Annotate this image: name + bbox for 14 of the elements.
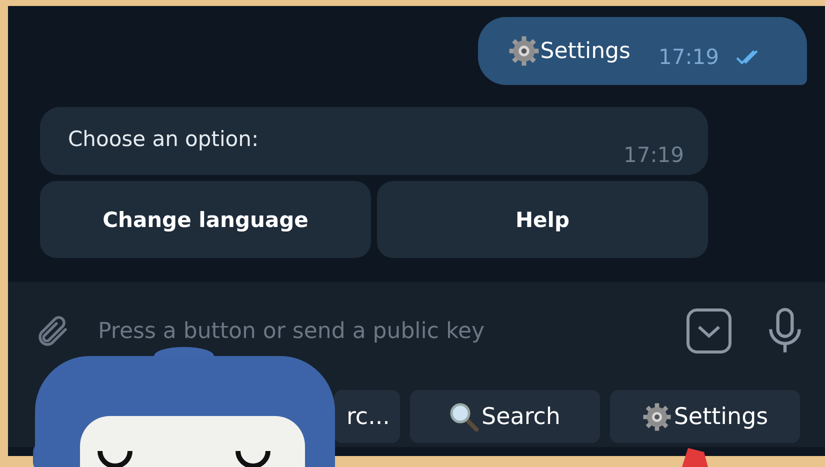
message-time: 17:19 <box>623 143 684 167</box>
message-text: Choose an option: <box>68 127 259 153</box>
gear-icon <box>508 35 540 67</box>
message-text: Settings <box>540 38 630 64</box>
keyboard-button[interactable]: Settings <box>610 390 800 443</box>
message-time: 17:19 <box>658 45 719 69</box>
inline-button[interactable]: Help <box>377 181 708 258</box>
inline-button[interactable]: Change language <box>40 181 371 258</box>
keyboard-button[interactable]: Search <box>410 390 600 443</box>
keyboard-toggle-icon[interactable] <box>685 307 733 355</box>
message-input[interactable]: Press a button or send a public key <box>88 318 667 344</box>
keyboard-button[interactable]: rc... <box>334 390 400 443</box>
gear-icon <box>642 402 672 432</box>
search-icon <box>449 402 480 432</box>
